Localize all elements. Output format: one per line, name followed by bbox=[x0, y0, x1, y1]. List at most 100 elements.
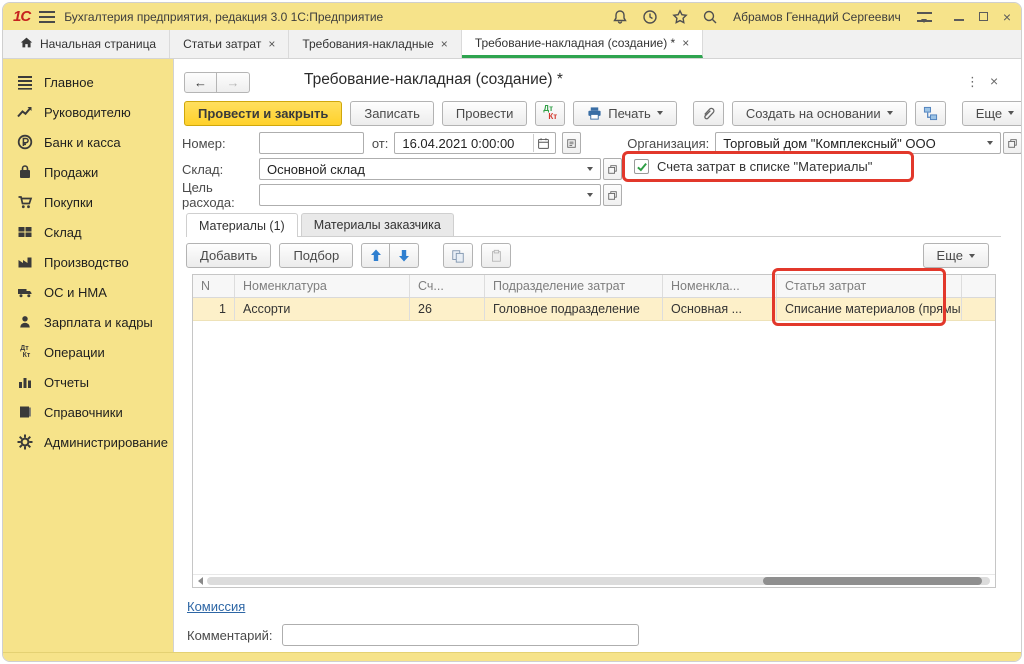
sidebar-item-label: Руководителю bbox=[44, 105, 131, 120]
tab-close-icon[interactable]: × bbox=[682, 36, 689, 50]
favorites-star-icon[interactable] bbox=[671, 8, 688, 25]
sidebar-item-manager[interactable]: Руководителю bbox=[3, 97, 173, 127]
sidebar-item-reports[interactable]: Отчеты bbox=[3, 367, 173, 397]
commission-link[interactable]: Комиссия bbox=[187, 599, 245, 614]
attachments-button[interactable] bbox=[693, 101, 724, 126]
current-user[interactable]: Абрамов Геннадий Сергеевич bbox=[731, 10, 903, 24]
more-button[interactable]: Еще bbox=[962, 101, 1021, 126]
sidebar-item-label: Отчеты bbox=[44, 375, 89, 390]
post-button[interactable]: Провести bbox=[442, 101, 528, 126]
chevron-down-icon[interactable] bbox=[982, 133, 998, 153]
print-button[interactable]: Печать bbox=[573, 101, 677, 126]
sidebar-item-warehouse[interactable]: Склад bbox=[3, 217, 173, 247]
purpose-combo[interactable] bbox=[259, 184, 601, 206]
home-icon bbox=[20, 36, 33, 52]
move-down-button[interactable] bbox=[390, 243, 419, 268]
cell-nomgroup[interactable]: Основная ... bbox=[663, 298, 777, 320]
post-and-close-button[interactable]: Провести и закрыть bbox=[184, 101, 342, 126]
minimize-button[interactable] bbox=[954, 12, 964, 21]
sidebar-item-label: Администрирование bbox=[44, 435, 168, 450]
organization-label: Организация: bbox=[627, 136, 709, 151]
column-header-n[interactable]: N bbox=[193, 275, 235, 297]
create-based-on-button[interactable]: Создать на основании bbox=[732, 101, 907, 126]
horizontal-scrollbar[interactable] bbox=[193, 574, 995, 587]
sidebar-item-administration[interactable]: Администрирование bbox=[3, 427, 173, 457]
chevron-down-icon[interactable] bbox=[582, 185, 598, 205]
form-close-icon[interactable]: × bbox=[990, 73, 998, 89]
column-header-nomenclature[interactable]: Номенклатура bbox=[235, 275, 410, 297]
tab-home[interactable]: Начальная страница bbox=[7, 30, 170, 58]
cost-accounts-checkbox[interactable]: Счета затрат в списке "Материалы" bbox=[634, 159, 872, 174]
service-settings-icon[interactable] bbox=[916, 8, 933, 25]
comment-input[interactable] bbox=[282, 624, 639, 646]
open-purpose-icon[interactable] bbox=[603, 184, 622, 206]
tab-materials[interactable]: Материалы (1) bbox=[186, 213, 298, 237]
column-header-account[interactable]: Сч... bbox=[410, 275, 485, 297]
table-more-button[interactable]: Еще bbox=[923, 243, 989, 268]
history-icon[interactable] bbox=[641, 8, 658, 25]
bar-chart-icon bbox=[16, 374, 33, 391]
checkbox-checked-icon[interactable] bbox=[634, 159, 649, 174]
open-warehouse-icon[interactable] bbox=[603, 158, 622, 180]
move-up-button[interactable] bbox=[361, 243, 390, 268]
organization-combo[interactable]: Торговый дом "Комплексный" ООО bbox=[715, 132, 1001, 154]
paste-rows-button[interactable] bbox=[481, 243, 511, 268]
sidebar-item-purchases[interactable]: Покупки bbox=[3, 187, 173, 217]
cell-department[interactable]: Головное подразделение bbox=[485, 298, 663, 320]
date-label: от: bbox=[372, 136, 389, 151]
search-icon[interactable] bbox=[701, 8, 718, 25]
document-list-icon[interactable] bbox=[562, 132, 581, 154]
tab-demand-invoice-new[interactable]: Требование-накладная (создание) * × bbox=[462, 30, 703, 58]
column-header-nomgroup[interactable]: Номенкла... bbox=[663, 275, 777, 297]
sidebar-item-main[interactable]: Главное bbox=[3, 67, 173, 97]
cell-account[interactable]: 26 bbox=[410, 298, 485, 320]
column-header-cost-item[interactable]: Статья затрат bbox=[777, 275, 962, 297]
warehouse-label: Склад: bbox=[182, 162, 259, 177]
calendar-icon[interactable] bbox=[533, 134, 553, 152]
save-button[interactable]: Записать bbox=[350, 101, 434, 126]
sidebar-item-production[interactable]: Производство bbox=[3, 247, 173, 277]
pick-button[interactable]: Подбор bbox=[279, 243, 353, 268]
tab-close-icon[interactable]: × bbox=[441, 37, 448, 51]
forward-arrow-button[interactable]: → bbox=[217, 72, 250, 93]
sidebar-item-salary-hr[interactable]: Зарплата и кадры bbox=[3, 307, 173, 337]
number-input[interactable] bbox=[259, 132, 364, 154]
back-arrow-button[interactable]: ← bbox=[184, 72, 217, 93]
column-header-department[interactable]: Подразделение затрат bbox=[485, 275, 663, 297]
add-row-button[interactable]: Добавить bbox=[186, 243, 271, 268]
tab-cost-items[interactable]: Статьи затрат × bbox=[170, 30, 289, 58]
copy-rows-button[interactable] bbox=[443, 243, 473, 268]
scrollbar-thumb[interactable] bbox=[763, 577, 982, 585]
cell-cost-item[interactable]: Списание материалов (прямые в НУ) bbox=[777, 298, 962, 320]
close-window-button[interactable]: × bbox=[1003, 10, 1011, 24]
tab-customer-materials[interactable]: Материалы заказчика bbox=[301, 213, 454, 236]
open-organization-icon[interactable] bbox=[1003, 132, 1021, 154]
scrollbar-track[interactable] bbox=[207, 577, 990, 585]
tab-label: Требование-накладная (создание) * bbox=[475, 36, 675, 50]
sidebar-item-directories[interactable]: Справочники bbox=[3, 397, 173, 427]
scroll-left-icon[interactable] bbox=[198, 577, 203, 585]
date-input[interactable]: 16.04.2021 0:00:00 bbox=[394, 132, 556, 154]
cell-n[interactable]: 1 bbox=[193, 298, 235, 320]
table-empty-area bbox=[193, 321, 995, 574]
truck-icon bbox=[16, 284, 33, 301]
form-more-icon[interactable]: ⋮ bbox=[966, 74, 979, 90]
chevron-down-icon[interactable] bbox=[582, 159, 598, 179]
table-row[interactable]: 1 Ассорти 26 Головное подразделение Осно… bbox=[193, 298, 995, 321]
warehouse-combo[interactable]: Основной склад bbox=[259, 158, 601, 180]
notifications-bell-icon[interactable] bbox=[611, 8, 628, 25]
sidebar-item-sales[interactable]: Продажи bbox=[3, 157, 173, 187]
cell-nomenclature[interactable]: Ассорти bbox=[235, 298, 410, 320]
dt-kt-postings-button[interactable]: ДтКт bbox=[535, 101, 565, 126]
sidebar-item-operations[interactable]: ДтКт Операции bbox=[3, 337, 173, 367]
sidebar-item-fixed-assets[interactable]: ОС и НМА bbox=[3, 277, 173, 307]
checkbox-label: Счета затрат в списке "Материалы" bbox=[657, 159, 872, 174]
main-menu-icon[interactable] bbox=[39, 11, 55, 23]
maximize-button[interactable] bbox=[979, 12, 988, 21]
related-documents-button[interactable] bbox=[915, 101, 946, 126]
trend-chart-icon bbox=[16, 104, 33, 121]
sidebar-item-bank-cash[interactable]: Банк и касса bbox=[3, 127, 173, 157]
sidebar-item-label: Склад bbox=[44, 225, 82, 240]
tab-close-icon[interactable]: × bbox=[268, 37, 275, 51]
tab-demand-invoices[interactable]: Требования-накладные × bbox=[289, 30, 461, 58]
